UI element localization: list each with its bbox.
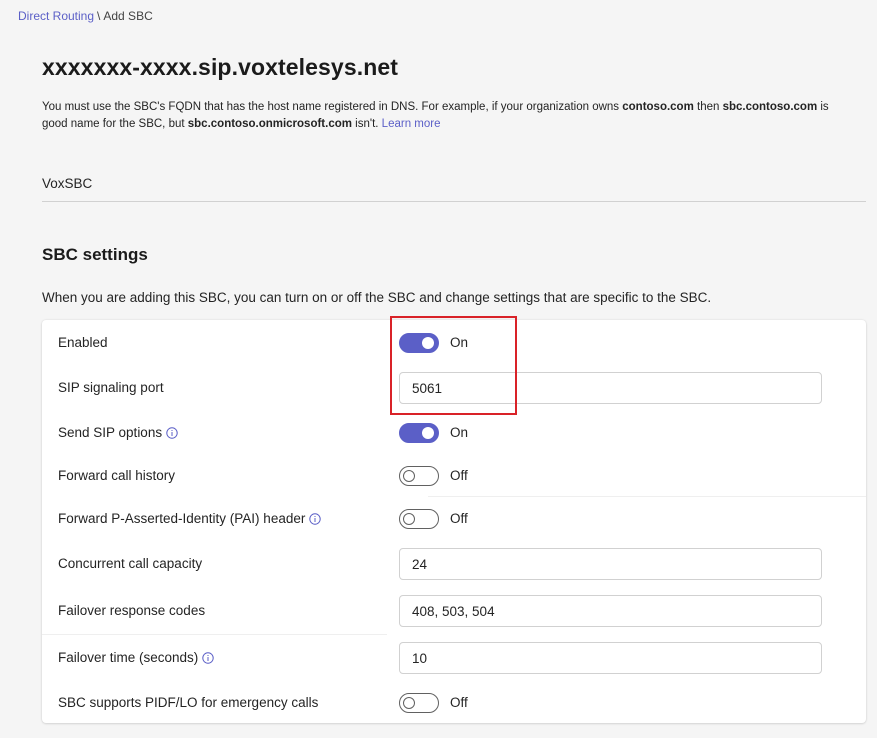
breadcrumb-separator: \ bbox=[97, 9, 101, 23]
info-icon[interactable] bbox=[309, 512, 322, 525]
breadcrumb-direct-routing-link[interactable]: Direct Routing bbox=[18, 9, 94, 23]
fqdn-help-example-sbc: sbc.contoso.com bbox=[722, 101, 818, 113]
toggle-knob bbox=[403, 513, 415, 525]
info-icon[interactable] bbox=[202, 651, 214, 664]
forward-call-history-state: Off bbox=[450, 468, 468, 483]
concurrent-call-capacity-label: Concurrent call capacity bbox=[58, 556, 203, 571]
fqdn-help-example-onmicrosoft: sbc.contoso.onmicrosoft.com bbox=[187, 118, 352, 130]
row-pidf-lo-label: SBC supports PIDF/LO for emergency calls bbox=[58, 695, 318, 710]
sbc-settings-card: Enabled On SIP signaling port Send SIP o… bbox=[42, 320, 866, 723]
info-icon[interactable] bbox=[166, 426, 178, 439]
row-concurrent-call-capacity-label: Concurrent call capacity bbox=[58, 556, 202, 571]
toggle-knob bbox=[403, 470, 415, 482]
fqdn-help-part-2: then bbox=[693, 101, 723, 113]
sbc-settings-title: SBC settings bbox=[42, 245, 148, 264]
row-enabled-label: Enabled bbox=[58, 335, 108, 350]
breadcrumb-current: Add SBC bbox=[103, 9, 153, 23]
row-failover-time-label: Failover time (seconds) bbox=[58, 650, 214, 665]
row-divider bbox=[42, 634, 387, 635]
forward-call-history-toggle[interactable] bbox=[399, 466, 439, 486]
sip-signaling-port-input[interactable] bbox=[399, 372, 822, 404]
sbc-description-field[interactable] bbox=[42, 166, 866, 202]
breadcrumb: Direct Routing \ Add SBC bbox=[18, 9, 153, 23]
forward-pai-header-state: Off bbox=[450, 511, 468, 526]
forward-pai-header-label: Forward P-Asserted-Identity (PAI) header bbox=[58, 511, 306, 526]
failover-time-label: Failover time (seconds) bbox=[58, 650, 199, 665]
enabled-toggle[interactable] bbox=[399, 333, 439, 353]
failover-response-codes-label: Failover response codes bbox=[58, 603, 206, 618]
pidf-lo-toggle[interactable] bbox=[399, 693, 439, 713]
row-forward-call-history-label: Forward call history bbox=[58, 468, 175, 483]
fqdn-help-part-4: isn't. bbox=[351, 118, 382, 130]
forward-pai-header-toggle[interactable] bbox=[399, 509, 439, 529]
send-sip-options-label: Send SIP options bbox=[58, 425, 163, 440]
toggle-knob bbox=[403, 697, 415, 709]
forward-call-history-label: Forward call history bbox=[58, 468, 176, 483]
sip-signaling-port-label: SIP signaling port bbox=[58, 380, 164, 395]
failover-time-input[interactable] bbox=[399, 642, 822, 674]
pidf-lo-state: Off bbox=[450, 695, 468, 710]
toggle-knob bbox=[422, 337, 434, 349]
enabled-label: Enabled bbox=[58, 335, 108, 350]
row-divider bbox=[428, 496, 866, 497]
row-send-sip-options-label: Send SIP options bbox=[58, 425, 178, 440]
send-sip-options-state: On bbox=[450, 425, 469, 440]
row-sip-port-label: SIP signaling port bbox=[58, 380, 164, 395]
fqdn-help-text: You must use the SBC's FQDN that has the… bbox=[42, 99, 854, 133]
row-forward-pai-label: Forward P-Asserted-Identity (PAI) header bbox=[58, 511, 322, 526]
row-failover-response-codes-label: Failover response codes bbox=[58, 603, 205, 618]
fqdn-help-example-domain: contoso.com bbox=[622, 101, 694, 113]
toggle-knob bbox=[422, 427, 434, 439]
page-title: xxxxxxx-xxxx.sip.voxtelesys.net bbox=[42, 54, 399, 80]
learn-more-link[interactable]: Learn more bbox=[382, 118, 441, 130]
send-sip-options-toggle[interactable] bbox=[399, 423, 439, 443]
enabled-state: On bbox=[450, 335, 469, 350]
fqdn-help-part-1: You must use the SBC's FQDN that has the… bbox=[42, 101, 623, 113]
failover-response-codes-input[interactable] bbox=[399, 595, 822, 627]
pidf-lo-label: SBC supports PIDF/LO for emergency calls bbox=[58, 695, 319, 710]
sbc-settings-description: When you are adding this SBC, you can tu… bbox=[42, 290, 712, 305]
concurrent-call-capacity-input[interactable] bbox=[399, 548, 822, 580]
